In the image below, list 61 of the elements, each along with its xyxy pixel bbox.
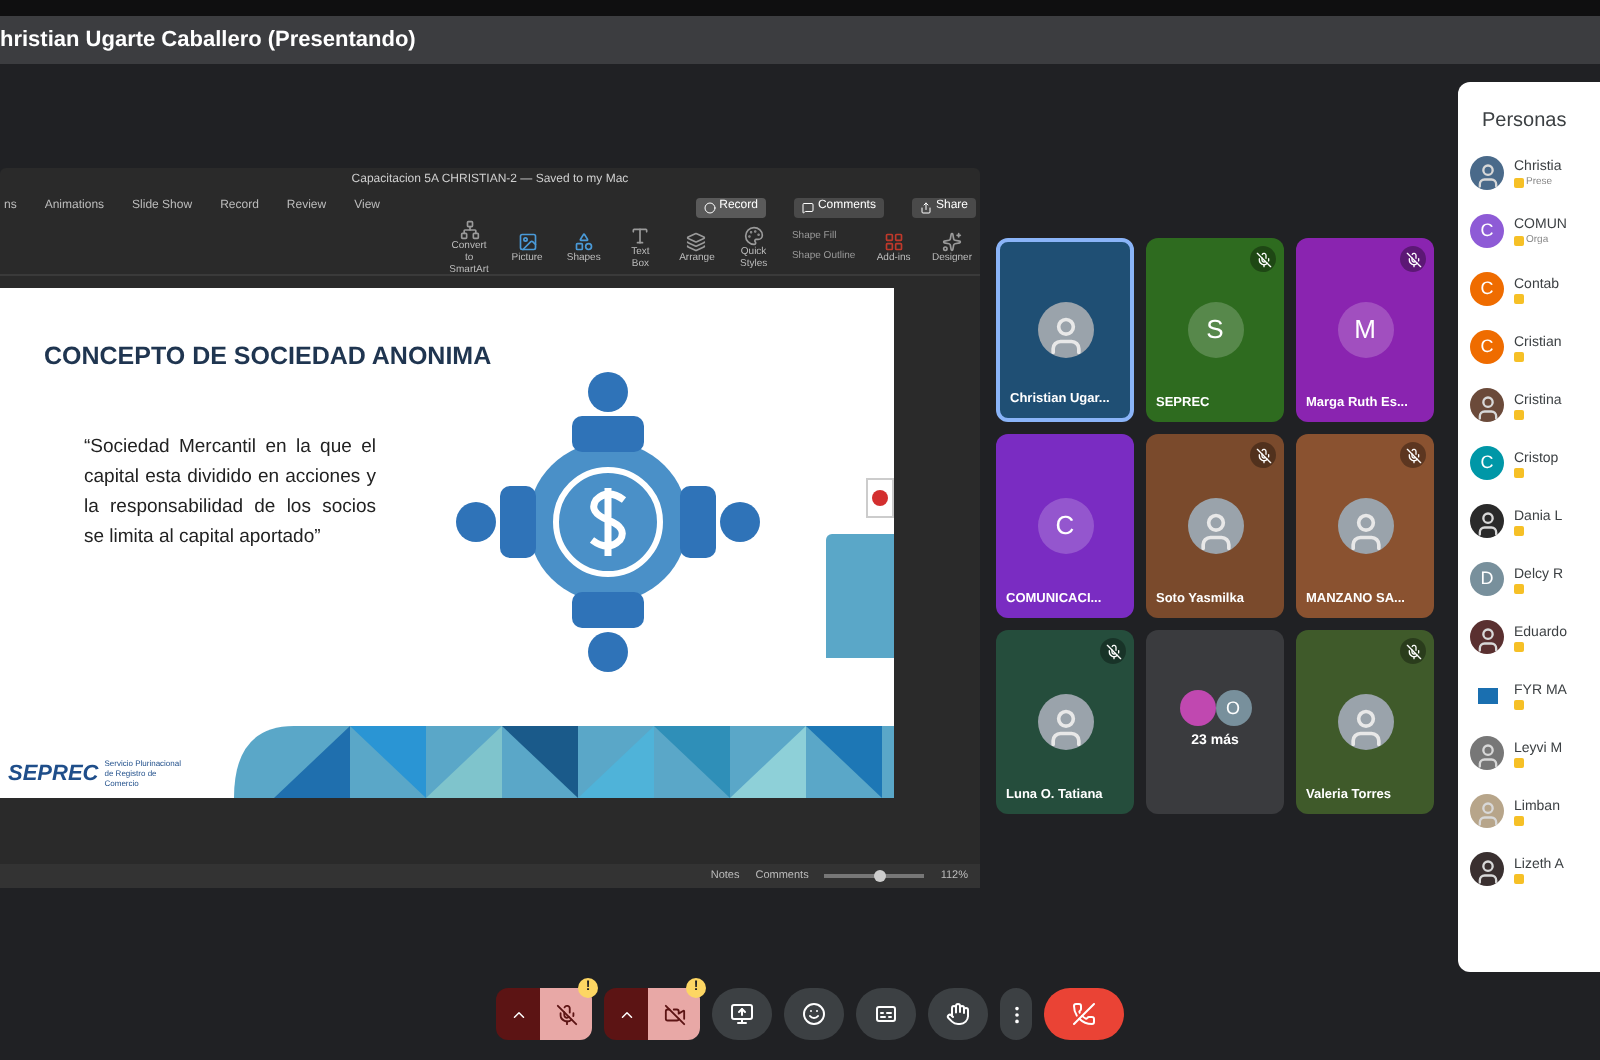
avatar-icon [1037,694,1093,750]
zoom-thumb[interactable] [873,870,886,882]
avatar-letter: C [1470,330,1504,364]
badge-icon [1514,699,1524,709]
hand-icon [946,1002,970,1026]
emoji-button[interactable] [784,988,844,1040]
avatar-icon [1187,498,1243,554]
badge-icon [1514,409,1524,419]
avatar-letter: C [1470,446,1504,480]
phone-icon [1072,1002,1096,1026]
logo-name: SEPREC [8,759,99,789]
badge-icon [1514,177,1524,187]
palette-icon [743,225,764,245]
badge-icon [1514,293,1524,303]
shapes-icon [573,231,594,251]
badge-icon [1514,235,1524,245]
smiley-icon [802,1002,826,1026]
panel-title: Personas [1480,108,1569,136]
badge-icon [1514,757,1524,767]
share-icon [919,201,932,213]
more-options-button[interactable] [1000,988,1032,1040]
badge-icon [1514,641,1524,651]
picture-icon [517,231,538,251]
presenter-banner: hristian Ugarte Caballero (Presentando) [0,16,1600,64]
grid-icon [883,231,904,251]
muted-mic-icon [555,1003,577,1025]
diagram-icon [459,219,480,239]
badge-icon [1514,815,1524,825]
avatar-icon [1337,694,1393,750]
avatar-icon [1037,302,1093,358]
mic-toggle-button[interactable] [540,988,592,1040]
comment-icon [801,201,814,213]
avatar-letter: C [1470,272,1504,306]
avatar-letter: C [1037,498,1093,554]
present-button[interactable] [712,988,772,1040]
avatar-letter: C [1470,214,1504,248]
avatar-letter: M [1337,302,1393,358]
avatar-letter: O [1215,690,1251,727]
slide-quote: “Sociedad Mercantil en la que el capital esta dividido en acciones y la responsabilidad de los socios se limita al capital aportado” [84,434,376,552]
avatar-letter: D [1470,562,1504,596]
sparkle-icon [941,231,962,251]
badge-icon [1514,525,1524,535]
captions-button[interactable] [856,988,916,1040]
captions-icon [874,1002,898,1026]
badge-icon [1514,351,1524,361]
slide-title: CONCEPTO DE SOCIEDAD ANONIMA [44,340,492,372]
camera-off-icon [663,1003,685,1025]
badge-icon [1514,583,1524,593]
screen-share-icon [730,1002,754,1026]
record-icon [703,201,716,213]
badge-icon [1514,873,1524,883]
text-icon [630,225,651,245]
camera-toggle-button[interactable] [648,988,700,1040]
avatar-icon [1337,498,1393,554]
certification-seal-icon [866,477,894,517]
hang-up-button[interactable] [1044,988,1124,1040]
raise-hand-button[interactable] [928,988,988,1040]
avatar-letter: S [1187,302,1243,358]
avatar-icon [1179,690,1215,727]
layers-icon [686,231,707,251]
badge-icon [1514,467,1524,477]
